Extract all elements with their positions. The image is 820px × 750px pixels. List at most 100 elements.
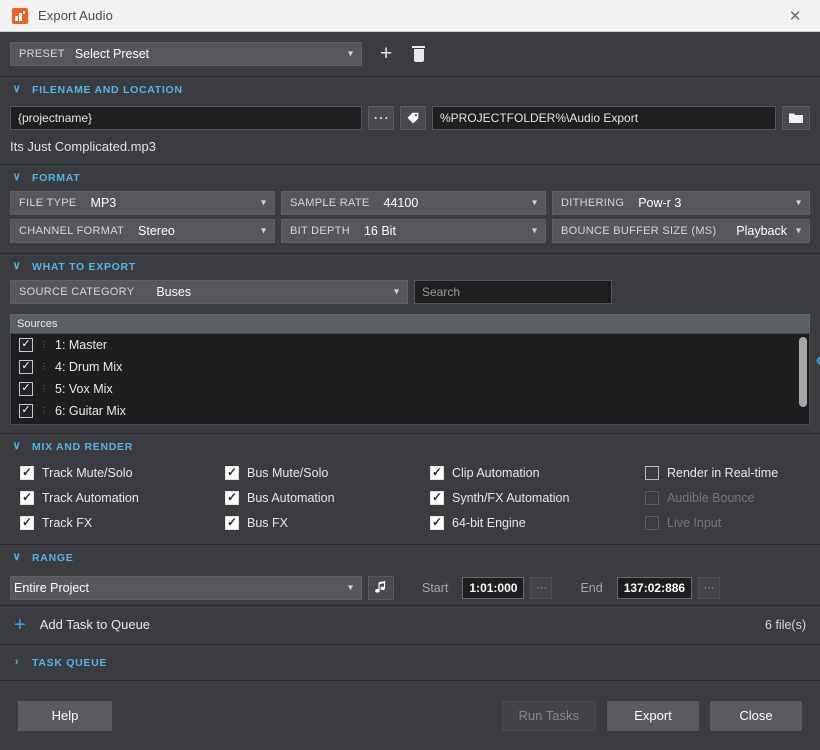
file-type-select[interactable]: FILE TYPE MP3 ▾ <box>10 190 275 215</box>
delete-preset-button[interactable] <box>412 45 426 62</box>
option-label: 64-bit Engine <box>452 515 526 530</box>
tag-icon[interactable] <box>400 105 426 130</box>
help-button[interactable]: Help <box>18 700 112 731</box>
option-bus-mute-solo[interactable]: ✓ Bus Mute/Solo <box>225 465 430 480</box>
end-more-button[interactable]: ⋯ <box>698 576 721 599</box>
list-item[interactable]: ✓ ⋮ 4: Drum Mix <box>11 356 809 378</box>
source-checkbox[interactable]: ✓ <box>19 359 33 374</box>
title-bar: Export Audio ✕ <box>0 0 820 32</box>
source-checkbox[interactable]: ✓ <box>19 381 33 396</box>
add-task-to-queue-row[interactable]: + Add Task to Queue 6 file(s) <box>0 606 820 644</box>
close-button[interactable]: Close <box>710 700 802 731</box>
chevron-left-icon[interactable]: ‹ <box>816 350 820 372</box>
close-icon[interactable]: ✕ <box>780 0 810 32</box>
mix-and-render-grid: ✓ Track Mute/Solo ✓ Bus Mute/Solo ✓ Clip… <box>0 460 820 544</box>
preset-value: Select Preset <box>74 46 150 61</box>
drag-handle-icon[interactable]: ⋮ <box>39 385 49 393</box>
sources-list[interactable]: ✓ ⋮ 1: Master ✓ ⋮ 4: Drum Mix ✓ ⋮ 5: Vox… <box>10 332 810 425</box>
task-queue-title: TASK QUEUE <box>32 656 108 669</box>
option-bus-fx[interactable]: ✓ Bus FX <box>225 515 430 530</box>
checkbox <box>645 490 659 505</box>
chevron-down-icon: ∨ <box>12 83 22 96</box>
preset-select[interactable]: PRESET Select Preset ▾ <box>10 41 362 66</box>
sample-rate-select[interactable]: SAMPLE RATE 44100 ▾ <box>281 190 546 215</box>
option-bus-automation[interactable]: ✓ Bus Automation <box>225 490 430 505</box>
bounce-buffer-size-select[interactable]: BOUNCE BUFFER SIZE (MS) Playback ▾ <box>552 218 810 243</box>
checkbox[interactable] <box>645 465 659 480</box>
option-render-in-real-time[interactable]: Render in Real-time <box>645 465 820 480</box>
checkbox[interactable]: ✓ <box>20 515 34 530</box>
option-64-bit-engine[interactable]: ✓ 64-bit Engine <box>430 515 645 530</box>
bit-depth-label: BIT DEPTH <box>290 224 350 237</box>
run-tasks-button[interactable]: Run Tasks <box>501 700 596 731</box>
plus-icon[interactable]: + <box>14 615 26 635</box>
preset-label: PRESET <box>19 47 65 60</box>
drag-handle-icon[interactable]: ⋮ <box>39 341 49 349</box>
option-label: Track FX <box>42 515 93 530</box>
option-label: Clip Automation <box>452 465 540 480</box>
channel-format-label: CHANNEL FORMAT <box>19 224 125 237</box>
checkbox[interactable]: ✓ <box>225 490 239 505</box>
option-label: Live Input <box>667 515 722 530</box>
end-time-input[interactable]: 137:02:886 <box>616 576 693 599</box>
list-item[interactable]: ✓ ⋮ 6: Guitar Mix <box>11 400 809 422</box>
option-clip-automation[interactable]: ✓ Clip Automation <box>430 465 645 480</box>
option-track-automation[interactable]: ✓ Track Automation <box>20 490 225 505</box>
checkbox[interactable]: ✓ <box>20 490 34 505</box>
start-time-input[interactable]: 1:01:000 <box>462 576 525 599</box>
bit-depth-value: 16 Bit <box>363 223 396 238</box>
source-checkbox[interactable]: ✓ <box>19 403 33 418</box>
checkbox[interactable]: ✓ <box>430 465 444 480</box>
option-track-fx[interactable]: ✓ Track FX <box>20 515 225 530</box>
export-button[interactable]: Export <box>607 700 699 731</box>
mix-and-render-section: ∨ MIX AND RENDER ✓ Track Mute/Solo ✓ Bus… <box>0 433 820 544</box>
add-task-label: Add Task to Queue <box>39 617 151 633</box>
dithering-select[interactable]: DITHERING Pow-r 3 ▾ <box>552 190 810 215</box>
folder-icon[interactable] <box>782 105 810 130</box>
source-category-value: Buses <box>156 284 192 299</box>
bit-depth-select[interactable]: BIT DEPTH 16 Bit ▾ <box>281 218 546 243</box>
checkbox[interactable]: ✓ <box>20 465 34 480</box>
add-preset-button[interactable]: + <box>380 43 392 64</box>
list-item[interactable]: ✓ ⋮ 5: Vox Mix <box>11 378 809 400</box>
browse-name-button[interactable]: ⋯ <box>368 105 394 130</box>
dithering-value: Pow-r 3 <box>638 195 682 210</box>
mix-and-render-header[interactable]: ∨ MIX AND RENDER <box>0 434 820 460</box>
checkbox[interactable]: ✓ <box>225 465 239 480</box>
drag-handle-icon[interactable]: ⋮ <box>39 363 49 371</box>
file-count: 6 file(s) <box>765 617 806 632</box>
music-note-icon[interactable] <box>368 575 394 600</box>
option-synth-fx-automation[interactable]: ✓ Synth/FX Automation <box>430 490 645 505</box>
export-audio-dialog: Export Audio ✕ PRESET Select Preset ▾ + … <box>0 0 820 750</box>
channel-format-select[interactable]: CHANNEL FORMAT Stereo ▾ <box>10 218 275 243</box>
task-queue-header[interactable]: › TASK QUEUE <box>0 650 107 676</box>
start-more-button[interactable]: ⋯ <box>530 576 553 599</box>
source-label: 4: Drum Mix <box>55 359 123 374</box>
range-section-header[interactable]: ∨ RANGE <box>0 545 820 571</box>
source-label: 1: Master <box>55 337 108 352</box>
range-select[interactable]: Entire Project ▾ <box>10 575 362 600</box>
search-input[interactable]: Search <box>414 279 612 304</box>
checkbox[interactable]: ✓ <box>430 515 444 530</box>
format-section-header[interactable]: ∨ FORMAT <box>0 165 820 191</box>
format-grid: FILE TYPE MP3 ▾ SAMPLE RATE 44100 ▾ DITH… <box>0 190 820 253</box>
source-checkbox[interactable]: ✓ <box>19 337 33 352</box>
drag-handle-icon[interactable]: ⋮ <box>39 407 49 415</box>
filename-input[interactable]: {projectname} <box>10 105 362 130</box>
source-category-label: SOURCE CATEGORY <box>19 285 135 298</box>
scrollbar-thumb[interactable] <box>799 336 807 407</box>
what-to-export-header[interactable]: ∨ WHAT TO EXPORT <box>0 254 820 280</box>
source-category-select[interactable]: SOURCE CATEGORY Buses ▾ <box>10 279 408 304</box>
filename-section-header[interactable]: ∨ FILENAME AND LOCATION <box>0 77 820 103</box>
checkbox[interactable]: ✓ <box>225 515 239 530</box>
sources-scrollbar[interactable] <box>799 336 807 407</box>
option-audible-bounce: Audible Bounce <box>645 490 820 505</box>
option-label: Synth/FX Automation <box>452 490 570 505</box>
checkbox[interactable]: ✓ <box>430 490 444 505</box>
chevron-down-icon: ▾ <box>260 225 266 237</box>
path-input[interactable]: %PROJECTFOLDER%\Audio Export <box>432 105 776 130</box>
sources-panel: Sources ✓ ⋮ 1: Master ✓ ⋮ 4: Drum Mix ✓ <box>0 304 820 433</box>
option-label: Track Automation <box>42 490 139 505</box>
list-item[interactable]: ✓ ⋮ 1: Master <box>11 334 809 356</box>
option-track-mute-solo[interactable]: ✓ Track Mute/Solo <box>20 465 225 480</box>
